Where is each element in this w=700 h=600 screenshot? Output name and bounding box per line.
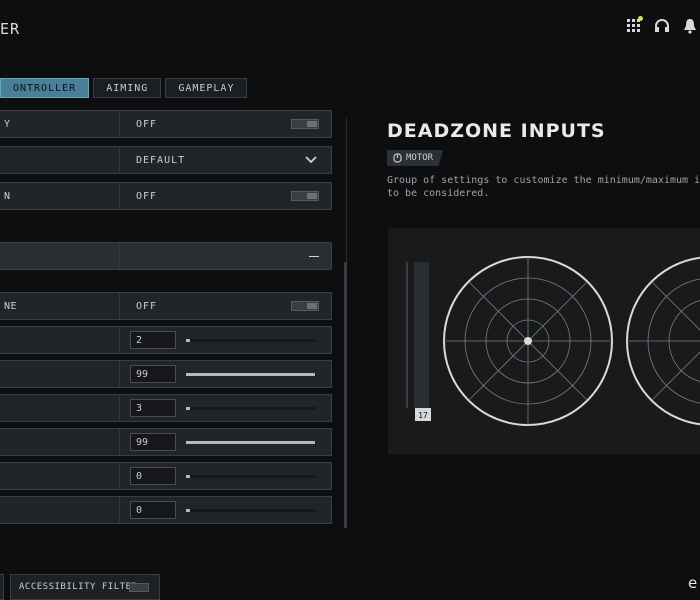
chevron-down-icon[interactable] — [305, 154, 317, 166]
slider-value-input[interactable]: 3 — [130, 399, 176, 417]
slider-fill — [186, 339, 190, 342]
toggle-switch[interactable] — [291, 301, 319, 311]
slider-track[interactable] — [186, 407, 316, 410]
badge-label: MOTOR — [406, 153, 434, 163]
description-line: to be considered. — [387, 188, 490, 199]
slider-fill — [186, 441, 315, 444]
motor-badge: MOTOR — [387, 150, 444, 166]
scrollbar[interactable] — [344, 262, 347, 528]
slider-fill — [186, 407, 190, 410]
setting-value: OFF — [136, 118, 158, 130]
setting-label — [0, 463, 120, 489]
slider-fill — [186, 509, 190, 512]
headset-icon[interactable] — [652, 16, 672, 36]
setting-label: N — [0, 183, 120, 209]
tab-bar: ONTROLLER AIMING GAMEPLAY — [0, 78, 248, 98]
setting-label — [0, 395, 120, 421]
page-title: ER — [0, 20, 21, 38]
footer-button[interactable] — [0, 574, 4, 600]
tab-gameplay[interactable]: GAMEPLAY — [165, 78, 248, 98]
description-line: Group of settings to customize the minim… — [387, 175, 700, 186]
input-meter — [414, 262, 429, 408]
deadzone-visualizer: 17 — [388, 228, 700, 454]
gamepad-icon — [393, 153, 402, 163]
setting-row[interactable]: Y OFF — [0, 110, 332, 138]
section-label — [0, 243, 120, 269]
slider-value-input[interactable]: 0 — [130, 467, 176, 485]
tab-aiming[interactable]: AIMING — [93, 78, 162, 98]
right-stick-plot — [626, 256, 700, 426]
setting-label — [0, 361, 120, 387]
slider-track[interactable] — [186, 339, 316, 342]
slider-row[interactable]: 99 — [0, 360, 332, 388]
setting-label: NE — [0, 293, 120, 319]
slider-row[interactable]: 99 — [0, 428, 332, 456]
slider-track[interactable] — [186, 475, 316, 478]
setting-label: Y — [0, 111, 120, 137]
setting-row[interactable]: DEFAULT — [0, 146, 332, 174]
panel-title: DEADZONE INPUTS — [387, 120, 606, 142]
slider-fill — [186, 373, 315, 376]
section-header[interactable] — [0, 242, 332, 270]
slider-row[interactable]: 0 — [0, 462, 332, 490]
slider-row[interactable]: 3 — [0, 394, 332, 422]
slider-row[interactable]: 0 — [0, 496, 332, 524]
setting-label — [0, 147, 120, 173]
setting-row[interactable]: N OFF — [0, 182, 332, 210]
panel-description: Group of settings to customize the minim… — [387, 174, 700, 200]
setting-label — [0, 497, 120, 523]
accessibility-toggle[interactable] — [129, 583, 149, 592]
setting-label — [0, 327, 120, 353]
top-bar: ER — [0, 0, 700, 60]
accessibility-filter[interactable]: ACCESSIBILITY FILTER — [10, 574, 160, 600]
tab-controller[interactable]: ONTROLLER — [0, 78, 90, 98]
meter-value: 17 — [418, 411, 428, 420]
left-stick-plot — [443, 256, 613, 426]
accessibility-label: ACCESSIBILITY FILTER — [19, 582, 138, 592]
slider-row[interactable]: 2 — [0, 326, 332, 354]
toggle-switch[interactable] — [291, 119, 319, 129]
slider-track[interactable] — [186, 373, 316, 376]
notification-dot — [638, 16, 643, 21]
bell-icon[interactable] — [680, 16, 700, 36]
slider-value-input[interactable]: 2 — [130, 331, 176, 349]
grid-icon[interactable] — [624, 16, 644, 36]
setting-value: OFF — [136, 300, 158, 312]
setting-value: DEFAULT — [136, 154, 186, 166]
setting-value: OFF — [136, 190, 158, 202]
slider-track[interactable] — [186, 441, 316, 444]
slider-value-input[interactable]: 99 — [130, 433, 176, 451]
minus-icon[interactable] — [309, 256, 319, 257]
watermark: e — [688, 574, 698, 592]
setting-row[interactable]: NE OFF — [0, 292, 332, 320]
slider-track[interactable] — [186, 509, 316, 512]
slider-value-input[interactable]: 99 — [130, 365, 176, 383]
toggle-switch[interactable] — [291, 191, 319, 201]
slider-fill — [186, 475, 190, 478]
setting-label — [0, 429, 120, 455]
top-icons — [624, 16, 700, 36]
slider-value-input[interactable]: 0 — [130, 501, 176, 519]
